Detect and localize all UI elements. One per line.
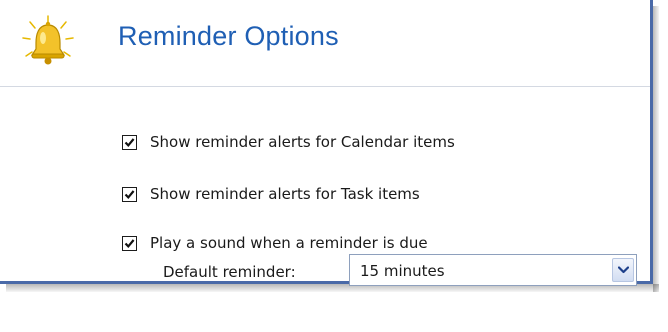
default-reminder-value: 15 minutes <box>360 262 445 280</box>
reminder-options-panel: Reminder Options Show reminder alerts fo… <box>0 0 653 286</box>
calendar-alerts-label[interactable]: Show reminder alerts for Calendar items <box>150 133 455 151</box>
checkmark-icon <box>124 137 135 147</box>
option-play-sound[interactable]: Play a sound when a reminder is due <box>122 232 428 254</box>
option-calendar-alerts[interactable]: Show reminder alerts for Calendar items <box>122 131 455 153</box>
default-reminder-label: Default reminder: <box>163 263 296 281</box>
calendar-alerts-checkbox[interactable] <box>122 134 137 150</box>
task-alerts-label[interactable]: Show reminder alerts for Task items <box>150 185 420 203</box>
checkmark-icon <box>124 238 135 248</box>
chevron-down-icon <box>618 266 629 274</box>
checkmark-icon <box>124 189 135 199</box>
dropdown-button[interactable] <box>612 258 634 282</box>
play-sound-checkbox[interactable] <box>122 235 137 251</box>
bell-icon <box>20 14 76 70</box>
option-task-alerts[interactable]: Show reminder alerts for Task items <box>122 183 420 205</box>
task-alerts-checkbox[interactable] <box>122 186 137 202</box>
header-divider <box>0 86 650 87</box>
play-sound-label[interactable]: Play a sound when a reminder is due <box>150 234 428 252</box>
default-reminder-select[interactable]: 15 minutes <box>349 254 637 286</box>
page-title: Reminder Options <box>118 21 339 51</box>
panel-header: Reminder Options <box>0 0 650 86</box>
panel-shadow-right <box>653 6 659 292</box>
